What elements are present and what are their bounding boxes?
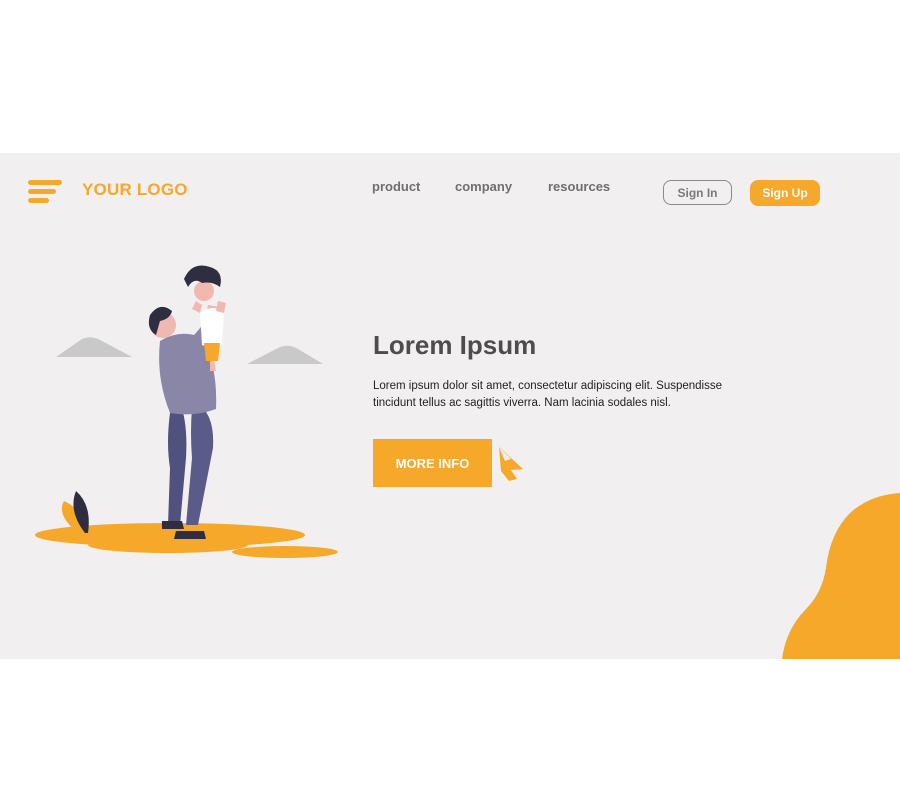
- nav-link-company[interactable]: company: [455, 179, 512, 194]
- nav-link-resources[interactable]: resources: [548, 179, 610, 194]
- father-child-illustration: [35, 265, 338, 558]
- menu-icon[interactable]: [28, 180, 62, 206]
- sign-up-button[interactable]: Sign Up: [750, 180, 820, 206]
- more-info-button[interactable]: MORE INFO: [373, 439, 492, 487]
- hero-title: Lorem Ipsum: [373, 330, 537, 360]
- page: YOUR LOGO product company resources Sign…: [0, 0, 900, 800]
- logo-text[interactable]: YOUR LOGO: [82, 180, 188, 200]
- sign-in-button[interactable]: Sign In: [663, 180, 732, 205]
- nav-link-product[interactable]: product: [372, 179, 420, 194]
- decorative-blob: [782, 493, 900, 659]
- hero-description: Lorem ipsum dolor sit amet, consectetur …: [373, 380, 723, 409]
- cursor-pointer-icon: [499, 447, 523, 481]
- hero-section: YOUR LOGO product company resources Sign…: [0, 153, 900, 659]
